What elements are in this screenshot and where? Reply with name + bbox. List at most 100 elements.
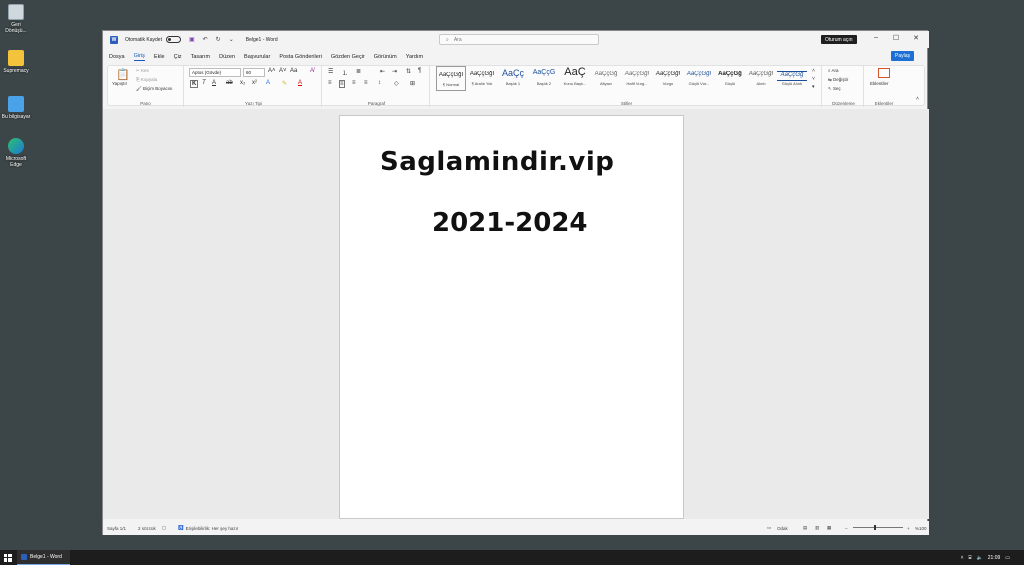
style-intense-emphasis[interactable]: AaÇçĞğI Güçlü Vur...: [684, 66, 714, 91]
italic-icon[interactable]: T: [202, 80, 206, 86]
page-count[interactable]: Sayfa 1/1: [107, 526, 126, 531]
style-subtle-emphasis[interactable]: AaÇçĞğI Hafif Vurg...: [622, 66, 652, 91]
sign-in-button[interactable]: Oturum açın: [821, 35, 857, 44]
tab-mailings[interactable]: Posta Gönderileri: [279, 54, 322, 60]
tab-insert[interactable]: Ekle: [154, 54, 165, 60]
desktop-icon-this-pc[interactable]: Bu bilgisayar: [0, 96, 32, 120]
desktop-icon-recycle-bin[interactable]: Geri Dönüşü...: [0, 4, 32, 34]
line-spacing-icon[interactable]: ↕: [378, 80, 381, 86]
cut-button[interactable]: ✂ Kes: [136, 68, 149, 74]
styles-scroll-down-icon[interactable]: ˅: [812, 76, 815, 82]
paste-button[interactable]: Yapıştır: [112, 81, 127, 86]
desktop-icon-supremacy[interactable]: Supremacy: [0, 50, 32, 74]
find-button[interactable]: ⌕ Ara: [828, 68, 839, 73]
font-color-icon[interactable]: A: [298, 80, 302, 86]
zoom-level[interactable]: %100: [915, 526, 927, 531]
tab-draw[interactable]: Çiz: [174, 54, 182, 60]
align-left-icon[interactable]: ≡: [328, 80, 332, 86]
document-area[interactable]: Saglamindir.vip 2021-2024: [103, 109, 929, 519]
borders-icon[interactable]: ⊞: [410, 80, 415, 87]
select-button[interactable]: ↖ Seç: [828, 86, 841, 92]
read-mode-icon[interactable]: ▤: [803, 525, 807, 531]
numbering-icon[interactable]: ⒈: [342, 68, 348, 77]
search-input[interactable]: ⌕ Ara: [439, 34, 599, 45]
volume-icon[interactable]: 🔈: [977, 555, 983, 561]
grow-font-icon[interactable]: A˄: [268, 68, 276, 74]
focus-button[interactable]: Odak: [777, 526, 788, 531]
align-center-icon[interactable]: ≡: [339, 80, 345, 88]
highlight-icon[interactable]: ✎: [282, 80, 287, 87]
autosave-toggle[interactable]: [165, 36, 181, 43]
document-line-1[interactable]: Saglamindir.vip: [380, 147, 614, 177]
zoom-slider-thumb[interactable]: [874, 525, 876, 530]
document-line-2[interactable]: 2021-2024: [432, 208, 588, 238]
change-case-icon[interactable]: Aa: [290, 68, 297, 74]
notifications-icon[interactable]: ▭: [1005, 555, 1010, 561]
increase-indent-icon[interactable]: ⇥: [392, 68, 397, 75]
subscript-icon[interactable]: x₂: [240, 80, 245, 86]
shading-icon[interactable]: ◇: [394, 80, 399, 87]
style-emphasis[interactable]: AaÇçĞğI Vurgu: [653, 66, 683, 91]
tab-design[interactable]: Tasarım: [191, 54, 211, 60]
tab-file[interactable]: Dosya: [109, 54, 125, 60]
desktop-icon-edge[interactable]: Microsoft Edge: [0, 138, 32, 168]
tab-references[interactable]: Başvurular: [244, 54, 270, 60]
word-count[interactable]: 2 sözcük: [138, 526, 156, 531]
redo-icon[interactable]: ↻: [216, 36, 221, 43]
clock[interactable]: 21:09: [988, 555, 1001, 561]
text-effects-icon[interactable]: A: [266, 80, 270, 86]
shrink-font-icon[interactable]: A˅: [279, 68, 287, 74]
tab-layout[interactable]: Düzen: [219, 54, 235, 60]
customize-quick-access-icon[interactable]: ⌄: [229, 36, 234, 43]
accessibility-icon[interactable]: ♿: [178, 525, 184, 531]
clear-formatting-icon[interactable]: A̸: [310, 68, 314, 74]
tab-view[interactable]: Görünüm: [374, 54, 397, 60]
save-icon[interactable]: ▣: [189, 36, 195, 43]
collapse-ribbon-icon[interactable]: ˄: [916, 96, 919, 102]
format-painter-button[interactable]: 🖌 Biçim Boyacısı: [136, 86, 172, 92]
multilevel-list-icon[interactable]: ≣: [356, 68, 361, 75]
replace-button[interactable]: ⇆ Değiştir: [828, 77, 848, 83]
style-title[interactable]: AaÇ Konu Başlı...: [560, 66, 590, 91]
zoom-out-icon[interactable]: –: [845, 526, 848, 531]
justify-icon[interactable]: ≡: [364, 80, 368, 86]
sort-icon[interactable]: ⇅: [406, 68, 411, 75]
minimize-icon[interactable]: –: [871, 34, 881, 41]
zoom-in-icon[interactable]: +: [907, 526, 910, 531]
paste-icon[interactable]: 📋: [116, 68, 130, 81]
tab-home[interactable]: Giriş: [133, 53, 145, 61]
style-strong[interactable]: AaÇçĞğ Güçlü: [715, 66, 745, 91]
share-button[interactable]: Paylaş: [891, 51, 915, 61]
show-marks-icon[interactable]: ¶: [418, 68, 421, 74]
decrease-indent-icon[interactable]: ⇤: [380, 68, 385, 75]
zoom-slider[interactable]: [853, 527, 903, 528]
style-heading-1[interactable]: AaÇç Başlık 1: [498, 66, 528, 91]
styles-scroll-up-icon[interactable]: ˄: [812, 68, 815, 74]
undo-icon[interactable]: ↶: [203, 36, 208, 43]
font-name-select[interactable]: Aptos (Gövde): [189, 68, 241, 77]
document-page[interactable]: Saglamindir.vip 2021-2024: [339, 115, 684, 519]
font-size-select[interactable]: 60: [243, 68, 265, 77]
addins-icon[interactable]: [878, 68, 890, 78]
tab-help[interactable]: Yardım: [406, 54, 423, 60]
style-normal[interactable]: AaÇçĞğI ¶ Normal: [436, 66, 466, 91]
copy-button[interactable]: ⎘ Kopyala: [136, 77, 157, 82]
web-layout-icon[interactable]: ▦: [827, 525, 831, 531]
superscript-icon[interactable]: x²: [252, 80, 257, 86]
addins-button[interactable]: Eklentiler: [870, 81, 889, 86]
focus-icon[interactable]: ▭: [767, 525, 771, 531]
style-heading-2[interactable]: AaÇçG Başlık 2: [529, 66, 559, 91]
style-no-spacing[interactable]: AaÇçĞğI ¶ Aralık Yok: [467, 66, 497, 91]
maximize-icon[interactable]: ☐: [891, 34, 901, 42]
network-icon[interactable]: ⌸: [969, 555, 972, 561]
start-button[interactable]: [0, 550, 15, 565]
bold-icon[interactable]: K: [190, 80, 199, 88]
print-layout-icon[interactable]: ▥: [815, 525, 819, 531]
styles-more-icon[interactable]: ▾: [812, 84, 815, 90]
tab-review[interactable]: Gözden Geçir: [331, 54, 365, 60]
proofing-icon[interactable]: ▢: [162, 525, 166, 531]
accessibility-status[interactable]: Erişilebilirlik: Her şey hazır: [186, 526, 239, 531]
underline-icon[interactable]: A: [212, 80, 216, 86]
taskbar-item-word[interactable]: Belge1 - Word: [17, 550, 70, 565]
show-hidden-icons-icon[interactable]: ˄: [961, 555, 964, 561]
